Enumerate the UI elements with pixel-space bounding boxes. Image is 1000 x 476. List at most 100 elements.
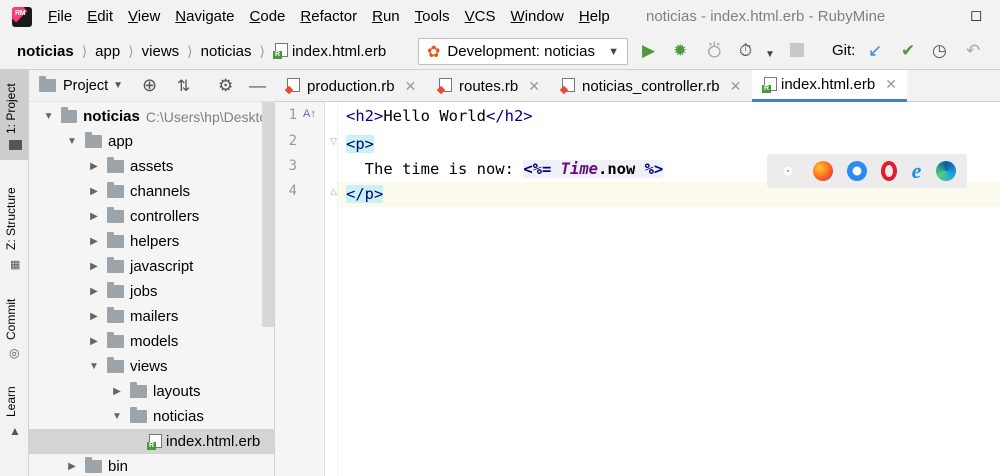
tool-tab-commit[interactable]: Commit — [4, 299, 18, 340]
close-icon[interactable]: ✕ — [405, 78, 417, 95]
tab-production-rb[interactable]: production.rb ✕ — [285, 70, 416, 102]
menu-code[interactable]: Code — [250, 8, 286, 25]
expand-arrow-icon[interactable]: ▼ — [110, 411, 124, 422]
rollback-icon[interactable]: ↶ — [966, 41, 980, 61]
menu-help[interactable]: Help — [579, 8, 610, 25]
chevron-down-icon[interactable]: ▼ — [765, 45, 775, 65]
folder-icon — [107, 232, 124, 248]
collapse-arrow-icon[interactable]: ▶ — [87, 261, 101, 272]
collapse-arrow-icon[interactable]: ▶ — [65, 461, 79, 472]
tree-row-views[interactable]: ▼ views — [29, 354, 274, 379]
editor-tab-bar: production.rb ✕ routes.rb ✕ noticias_contr… — [275, 70, 1000, 102]
collapse-arrow-icon[interactable]: ▶ — [87, 236, 101, 247]
collapse-arrow-icon[interactable]: ▶ — [87, 211, 101, 222]
expand-arrow-icon[interactable]: ▼ — [87, 361, 101, 372]
chrome-icon[interactable] — [778, 161, 798, 181]
tab-routes-rb[interactable]: routes.rb ✕ — [437, 70, 540, 102]
tool-tab-project[interactable]: 1: Project — [4, 83, 18, 134]
run-with-coverage-icon[interactable]: ⛣ — [706, 41, 723, 61]
tree-row-bin[interactable]: ▶ bin — [29, 454, 274, 476]
commit-icon[interactable]: ✔ — [901, 41, 915, 61]
profile-icon[interactable]: ⏱ — [739, 41, 752, 61]
menu-vcs[interactable]: VCS — [465, 8, 496, 25]
run-configuration-label: Development: noticias — [447, 43, 595, 60]
debug-icon[interactable]: ✹ — [673, 41, 687, 61]
tool-tab-learn[interactable]: Learn — [4, 386, 18, 417]
close-icon[interactable]: ✕ — [885, 76, 897, 93]
tree-row-layouts[interactable]: ▶ layouts — [29, 379, 274, 404]
locate-icon[interactable]: ⊕ — [142, 75, 157, 96]
tree-row-mailers[interactable]: ▶ mailers — [29, 304, 274, 329]
edge-icon[interactable] — [935, 161, 956, 181]
gear-icon[interactable]: ⚙ — [218, 76, 233, 96]
ie-icon[interactable]: e — [912, 158, 922, 184]
run-configuration-select[interactable]: ✿ Development: noticias ▼ — [418, 38, 628, 65]
ruby-file-icon — [285, 78, 300, 94]
menu-navigate[interactable]: Navigate — [175, 8, 234, 25]
fold-marker-icon[interactable]: △ — [330, 186, 337, 197]
tree-row-app[interactable]: ▼ app — [29, 129, 274, 154]
menu-window[interactable]: Window — [511, 8, 564, 25]
folder-icon — [9, 140, 22, 150]
breadcrumb-project[interactable]: noticias — [17, 43, 74, 60]
tab-noticias-controller-rb[interactable]: noticias_controller.rb ✕ — [560, 70, 741, 102]
close-icon[interactable]: ✕ — [528, 78, 540, 95]
breadcrumb-views[interactable]: views — [142, 43, 180, 60]
tab-index-html-erb[interactable]: index.html.erb✕ — [752, 70, 907, 102]
hide-panel-icon[interactable]: — — [249, 76, 266, 96]
collapse-arrow-icon[interactable]: ▶ — [87, 161, 101, 172]
collapse-arrow-icon[interactable]: ▶ — [87, 311, 101, 322]
folder-icon — [107, 182, 124, 198]
folder-icon — [130, 407, 147, 423]
folder-icon — [107, 157, 124, 173]
folder-icon — [130, 382, 147, 398]
menu-view[interactable]: View — [128, 8, 160, 25]
tree-row-index-html-erb[interactable]: index.html.erb — [29, 429, 274, 454]
tree-row-controllers[interactable]: ▶ controllers — [29, 204, 274, 229]
menu-run[interactable]: Run — [372, 8, 400, 25]
line-number: 3 — [288, 158, 297, 174]
tool-tab-structure[interactable]: Z: Structure — [4, 187, 18, 250]
run-icon[interactable]: ▶ — [642, 41, 655, 61]
close-icon[interactable]: ✕ — [730, 78, 742, 95]
collapse-arrow-icon[interactable]: ▶ — [87, 286, 101, 297]
gutter-annotation-icon[interactable]: A↑ — [303, 108, 316, 120]
project-tree-scrollbar[interactable] — [262, 102, 274, 327]
tree-row-models[interactable]: ▶ models — [29, 329, 274, 354]
menu-tools[interactable]: Tools — [415, 8, 450, 25]
tree-row-noticias-views[interactable]: ▼ noticias — [29, 404, 274, 429]
chevron-down-icon: ▼ — [608, 45, 619, 58]
tree-row-javascript[interactable]: ▶ javascript — [29, 254, 274, 279]
menu-edit[interactable]: Edit — [87, 8, 113, 25]
tree-row-assets[interactable]: ▶ assets — [29, 154, 274, 179]
safari-icon[interactable] — [846, 161, 867, 181]
left-tool-strip: 1: Project Z: Structure ▦ Commit ◎ Learn… — [0, 70, 29, 476]
ruby-file-icon — [560, 78, 575, 94]
breadcrumb-app[interactable]: app — [95, 43, 120, 60]
project-panel-title[interactable]: Project — [63, 78, 108, 94]
opera-icon[interactable] — [881, 161, 898, 181]
update-project-icon[interactable]: ↙ — [868, 41, 882, 61]
tree-row-noticias[interactable]: ▼ noticias C:\Users\hp\Desktop — [29, 104, 274, 129]
project-tree: ▼ noticias C:\Users\hp\Desktop ▼ app ▶ asset… — [29, 102, 275, 476]
collapse-arrow-icon[interactable]: ▶ — [87, 186, 101, 197]
fold-marker-icon[interactable]: ▽ — [330, 136, 337, 147]
tree-row-channels[interactable]: ▶ channels — [29, 179, 274, 204]
collapse-arrow-icon[interactable]: ▶ — [87, 336, 101, 347]
collapse-arrow-icon[interactable]: ▶ — [110, 386, 124, 397]
tree-row-jobs[interactable]: ▶ jobs — [29, 279, 274, 304]
collapse-all-icon[interactable]: ⇅ — [177, 76, 190, 96]
menu-file[interactable]: File — [48, 8, 72, 25]
restore-window-icon[interactable]: ◻ — [970, 6, 982, 24]
expand-arrow-icon[interactable]: ▼ — [65, 136, 79, 147]
stop-icon[interactable] — [790, 43, 804, 57]
breadcrumb-separator-icon: ⟩ — [81, 42, 88, 59]
menu-refactor[interactable]: Refactor — [300, 8, 357, 25]
tree-row-helpers[interactable]: ▶ helpers — [29, 229, 274, 254]
breadcrumb-file[interactable]: index.html.erb — [272, 43, 386, 60]
chevron-down-icon[interactable]: ▼ — [113, 80, 123, 91]
firefox-icon[interactable] — [812, 161, 833, 181]
breadcrumb-noticias[interactable]: noticias — [201, 43, 252, 60]
expand-arrow-icon[interactable]: ▼ — [42, 111, 55, 122]
history-icon[interactable]: ◷ — [932, 41, 947, 61]
